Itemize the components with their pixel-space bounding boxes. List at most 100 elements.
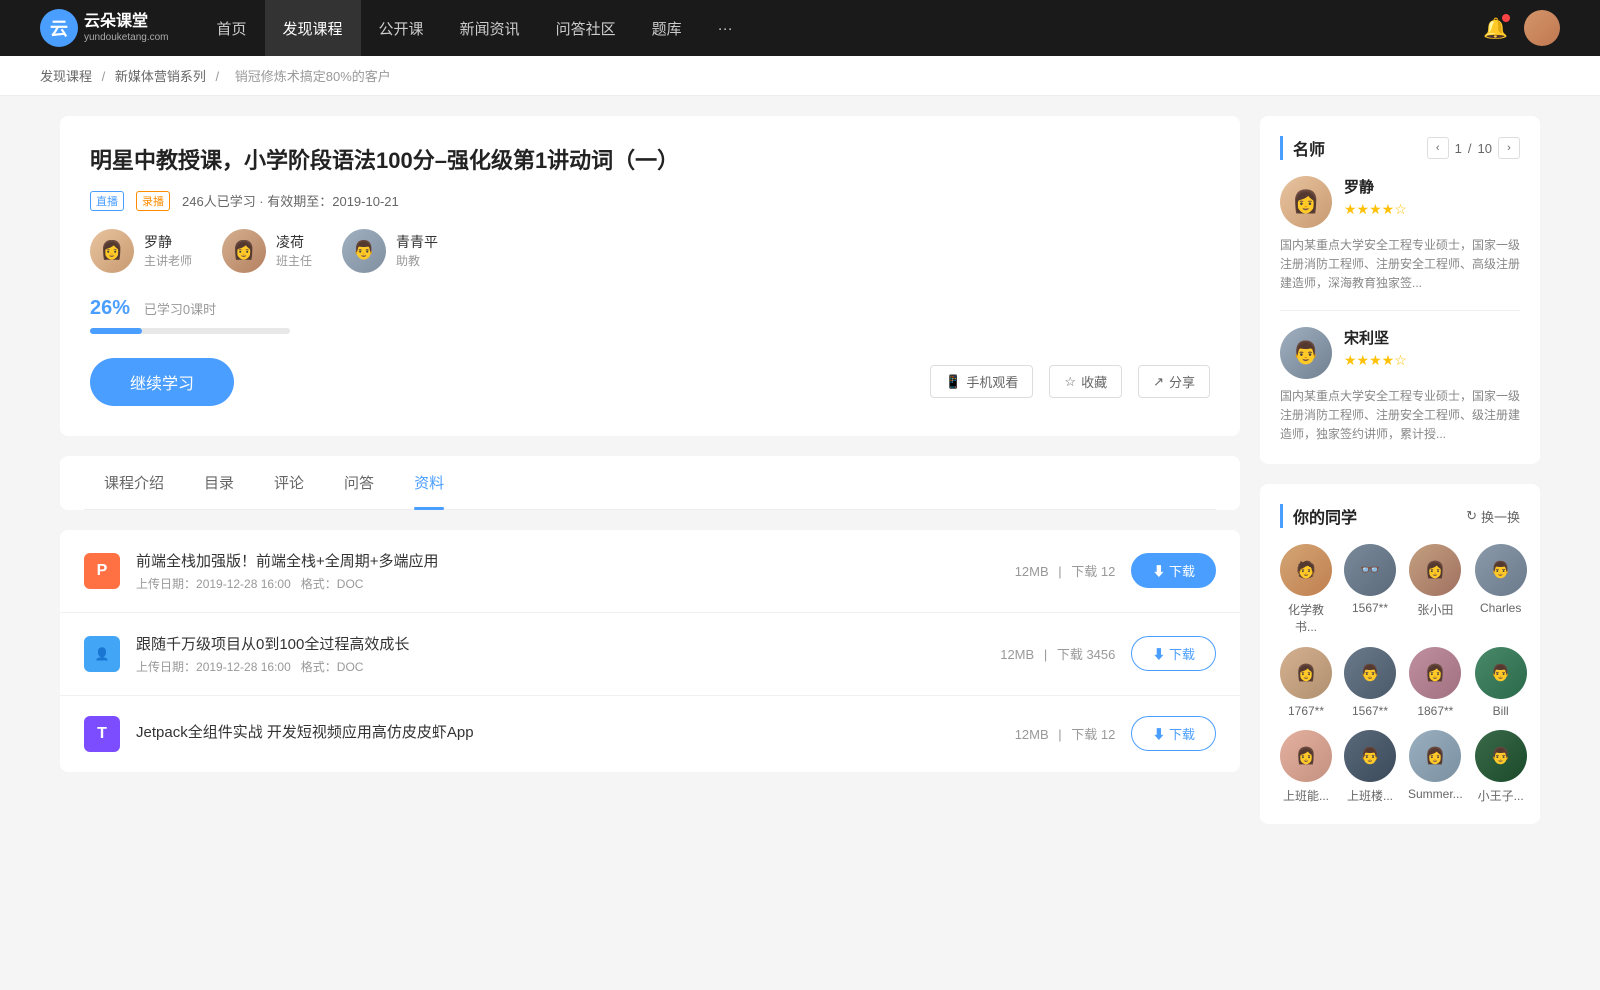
teacher-0: 👩 罗静 主讲老师 (90, 229, 192, 273)
teacher-card-0: 👩 罗静 ★★★★☆ 国内某重点大学安全工程专业硕士，国家一级注册消防工程师、注… (1280, 176, 1520, 311)
teacher-card-1: 👨 宋利坚 ★★★★☆ 国内某重点大学安全工程专业硕士，国家一级注册消防工程师、… (1280, 327, 1520, 445)
teacher-1-name: 凌荷 (276, 232, 312, 252)
resource-info-1: 跟随千万级项目从0到100全过程高效成长 上传日期：2019-12-28 16:… (136, 633, 984, 675)
tab-qa[interactable]: 问答 (324, 456, 394, 509)
student-7-name: Bill (1493, 704, 1509, 718)
resource-item-2: T Jetpack全组件实战 开发短视频应用高仿皮皮虾App 12MB | 下载… (60, 696, 1240, 772)
progress-percent: 26% (90, 297, 130, 320)
course-actions: 继续学习 📱 手机观看 ☆ 收藏 ↗ 分享 (90, 358, 1210, 406)
student-5-avatar: 👨 (1344, 647, 1396, 699)
student-9-avatar: 👨 (1344, 730, 1396, 782)
student-5-name: 1567** (1352, 704, 1388, 718)
student-6-name: 1867** (1417, 704, 1453, 718)
course-header-card: 明星中教授课，小学阶段语法100分–强化级第1讲动词（一） 直播 录播 246人… (60, 116, 1240, 436)
student-1: 👓 1567** (1344, 544, 1396, 635)
student-2-name: 张小田 (1417, 601, 1453, 618)
mobile-icon: 📱 (945, 374, 961, 390)
student-1-name: 1567** (1352, 601, 1388, 615)
refresh-label: 换一换 (1481, 507, 1520, 526)
progress-label: 已学习0课时 (144, 302, 216, 317)
teacher-card-1-desc: 国内某重点大学安全工程专业硕士，国家一级注册消防工程师、注册安全工程师、级注册建… (1280, 387, 1520, 445)
next-page-button[interactable]: › (1498, 137, 1520, 159)
tab-catalog[interactable]: 目录 (184, 456, 254, 509)
logo-text: 云朵课堂 yundouketang.com (84, 12, 169, 43)
student-10: 👩 Summer... (1408, 730, 1463, 804)
teacher-card-0-top: 👩 罗静 ★★★★☆ (1280, 176, 1520, 228)
course-meta: 直播 录播 246人已学习 · 有效期至：2019-10-21 (90, 191, 1210, 211)
tab-comments[interactable]: 评论 (254, 456, 324, 509)
download-button-1[interactable]: ⬇ 下载 (1131, 636, 1216, 671)
resource-stats-0: 12MB | 下载 12 (1015, 561, 1116, 580)
breadcrumb-current: 销冠修炼术搞定80%的客户 (235, 69, 391, 84)
nav-more[interactable]: ··· (700, 0, 751, 56)
student-5: 👨 1567** (1344, 647, 1396, 718)
student-4: 👩 1767** (1280, 647, 1332, 718)
nav-news[interactable]: 新闻资讯 (442, 0, 538, 56)
nav-home[interactable]: 首页 (199, 0, 265, 56)
action-buttons: 📱 手机观看 ☆ 收藏 ↗ 分享 (930, 365, 1210, 398)
collect-button[interactable]: ☆ 收藏 (1049, 365, 1122, 398)
student-3-avatar: 👨 (1475, 544, 1527, 596)
logo[interactable]: 云 云朵课堂 yundouketang.com (40, 9, 169, 47)
bell-icon[interactable]: 🔔 (1483, 16, 1508, 41)
breadcrumb-discover[interactable]: 发现课程 (40, 69, 92, 84)
resource-item-0: P 前端全栈加强版！前端全栈+全周期+多端应用 上传日期：2019-12-28 … (60, 530, 1240, 613)
collect-label: 收藏 (1081, 372, 1107, 391)
nav-public[interactable]: 公开课 (361, 0, 442, 56)
resource-info-0: 前端全栈加强版！前端全栈+全周期+多端应用 上传日期：2019-12-28 16… (136, 550, 999, 592)
download-button-0[interactable]: ⬇ 下载 (1131, 553, 1216, 588)
student-3: 👨 Charles (1475, 544, 1527, 635)
student-9: 👨 上班楼... (1344, 730, 1396, 804)
nav-discover[interactable]: 发现课程 (265, 0, 361, 56)
tab-resources[interactable]: 资料 (394, 456, 464, 509)
breadcrumb-series[interactable]: 新媒体营销系列 (115, 69, 206, 84)
prev-page-button[interactable]: ‹ (1427, 137, 1449, 159)
teacher-1-role: 班主任 (276, 252, 312, 269)
nav-right: 🔔 (1483, 10, 1560, 46)
student-0-name: 化学教书... (1280, 601, 1332, 635)
resource-name-1: 跟随千万级项目从0到100全过程高效成长 (136, 633, 984, 654)
teacher-0-name: 罗静 (144, 232, 192, 252)
download-button-2[interactable]: ⬇ 下载 (1131, 716, 1216, 751)
notification-dot (1502, 14, 1510, 22)
student-4-avatar: 👩 (1280, 647, 1332, 699)
teacher-0-info: 罗静 主讲老师 (144, 232, 192, 269)
teacher-0-role: 主讲老师 (144, 252, 192, 269)
share-icon: ↗ (1153, 374, 1164, 390)
refresh-icon: ↻ (1466, 508, 1477, 524)
continue-button[interactable]: 继续学习 (90, 358, 234, 406)
refresh-button[interactable]: ↻ 换一换 (1466, 507, 1520, 526)
nav-links: 首页 发现课程 公开课 新闻资讯 问答社区 题库 ··· (199, 0, 751, 56)
main-content: 明星中教授课，小学阶段语法100分–强化级第1讲动词（一） 直播 录播 246人… (20, 96, 1580, 864)
resource-icon-1: 👤 (84, 636, 120, 672)
teacher-2-avatar: 👨 (342, 229, 386, 273)
student-6: 👩 1867** (1408, 647, 1463, 718)
share-label: 分享 (1169, 372, 1195, 391)
student-11-avatar: 👨 (1475, 730, 1527, 782)
resource-stats-2: 12MB | 下载 12 (1015, 724, 1116, 743)
student-8-avatar: 👩 (1280, 730, 1332, 782)
nav-quiz[interactable]: 题库 (634, 0, 700, 56)
teacher-0-avatar: 👩 (90, 229, 134, 273)
user-avatar[interactable] (1524, 10, 1560, 46)
pagination: ‹ 1 / 10 › (1427, 137, 1520, 159)
teacher-card-0-info: 罗静 ★★★★☆ (1344, 176, 1407, 218)
breadcrumb-sep1: / (102, 69, 109, 84)
teacher-1: 👩 凌荷 班主任 (222, 229, 312, 273)
left-panel: 明星中教授课，小学阶段语法100分–强化级第1讲动词（一） 直播 录播 246人… (60, 116, 1240, 844)
mobile-watch-button[interactable]: 📱 手机观看 (930, 365, 1033, 398)
nav-qa[interactable]: 问答社区 (538, 0, 634, 56)
teacher-1-avatar: 👩 (222, 229, 266, 273)
student-8-name: 上班能... (1283, 787, 1329, 804)
student-2-avatar: 👩 (1409, 544, 1461, 596)
share-button[interactable]: ↗ 分享 (1138, 365, 1210, 398)
teacher-2-name: 青青平 (396, 232, 438, 252)
logo-icon: 云 (40, 9, 78, 47)
resource-stats-1: 12MB | 下载 3456 (1000, 644, 1115, 663)
resource-list: P 前端全栈加强版！前端全栈+全周期+多端应用 上传日期：2019-12-28 … (60, 530, 1240, 772)
breadcrumb-sep2: / (216, 69, 223, 84)
student-1-avatar: 👓 (1344, 544, 1396, 596)
tab-intro[interactable]: 课程介绍 (84, 456, 184, 509)
student-4-name: 1767** (1288, 704, 1324, 718)
students-grid: 🧑 化学教书... 👓 1567** 👩 张小田 👨 Charles 👩 (1280, 544, 1520, 804)
